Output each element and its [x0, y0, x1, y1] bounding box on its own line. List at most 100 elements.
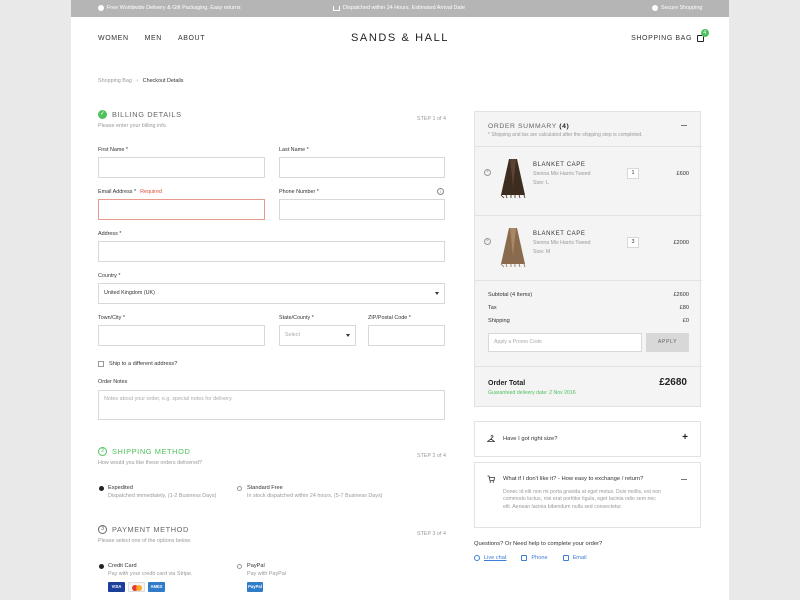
ship-different-checkbox[interactable]: [98, 361, 104, 367]
item-price: £2000: [673, 240, 689, 246]
credit-card-title[interactable]: Credit Card: [108, 563, 137, 569]
country-value: United Kingdom (UK): [104, 290, 155, 296]
zip-field[interactable]: [368, 325, 445, 346]
quantity-field[interactable]: 1: [627, 168, 639, 179]
secure-info-text: Secure Shopping: [661, 5, 703, 11]
email-label: Email Address * Required: [98, 189, 162, 195]
promo-code-input[interactable]: Apply a Promo Code: [488, 333, 642, 352]
bag-count-badge: 4: [701, 29, 709, 37]
remove-item-icon[interactable]: ×: [484, 238, 491, 245]
order-summary: ORDER SUMMARY (4) * Shipping and tax are…: [474, 111, 702, 407]
shipping-value: £0: [682, 318, 689, 324]
credit-card-radio[interactable]: [99, 564, 104, 569]
expedited-radio[interactable]: [99, 486, 104, 491]
item-size: Size: M: [533, 249, 551, 255]
expedited-desc: Dispatched immediately, (1-2 Business Da…: [108, 493, 217, 499]
item-desc: Sienna Mix Harris Tweed: [533, 240, 591, 246]
shipping-title: SHIPPING METHOD: [112, 447, 191, 456]
billing-title: BILLING DETAILS: [112, 110, 182, 119]
email-field[interactable]: [98, 199, 265, 220]
expedited-title[interactable]: Expedited: [108, 485, 133, 491]
remove-item-icon[interactable]: ×: [484, 169, 491, 176]
faq-returns[interactable]: What if I don't like it? - How easy to e…: [474, 462, 701, 528]
plus-icon[interactable]: +: [682, 432, 688, 443]
tax-label: Tax: [488, 305, 497, 311]
quantity-field[interactable]: 3: [627, 237, 639, 248]
chevron-down-icon: [435, 292, 439, 295]
apply-button[interactable]: APPLY: [646, 333, 689, 352]
payment-subtitle: Please select one of the options below.: [98, 538, 192, 544]
phone-icon: [521, 555, 528, 561]
credit-card-desc: Pay with your credit card via Stripe.: [108, 571, 193, 577]
product-image: [500, 228, 526, 268]
info-icon[interactable]: i: [437, 188, 444, 195]
amex-icon: AMEX: [148, 582, 165, 592]
order-summary-title: ORDER SUMMARY (4): [488, 123, 569, 130]
paypal-radio[interactable]: [237, 564, 242, 569]
first-name-field[interactable]: [98, 157, 265, 178]
breadcrumb-shopping-bag[interactable]: Shopping Bag: [98, 78, 132, 84]
delivery-date: Guaranteed delivery date: 2 Nov 2016: [488, 390, 576, 396]
address-label: Address *: [98, 231, 122, 237]
dispatch-info: Dispatched within 24 Hours. Estimated Ar…: [333, 5, 465, 11]
shipping-header: 2 SHIPPING METHOD: [98, 447, 190, 456]
state-label: State/County *: [279, 315, 314, 321]
paypal-icon: PayPal: [247, 582, 263, 592]
email-label-text: Email Address *: [98, 189, 137, 195]
standard-radio[interactable]: [237, 486, 242, 491]
state-placeholder: Select: [285, 332, 300, 338]
ship-different-label[interactable]: Ship to a different address?: [109, 361, 177, 367]
order-notes-field[interactable]: Notes about your order, e.g. special not…: [98, 390, 445, 420]
shopping-bag-link[interactable]: SHOPPING BAG 4: [631, 29, 709, 42]
country-select[interactable]: United Kingdom (UK): [98, 283, 445, 304]
check-icon: ✓: [98, 110, 107, 119]
chevron-down-icon: [346, 334, 350, 337]
globe-icon: [98, 5, 104, 11]
tax-value: £80: [679, 305, 689, 311]
delivery-info-text: Free Worldwide Delivery & Gift Packaging…: [107, 5, 241, 11]
phone-link[interactable]: Phone: [521, 555, 548, 561]
item-size: Size: L: [533, 180, 549, 186]
cart-icon: [333, 5, 340, 11]
shipping-subtitle: How would you like these orders delivere…: [98, 460, 202, 466]
subtotal-label: Subtotal (4 Items): [488, 292, 533, 298]
help-links: Live chat Phone Email: [474, 555, 587, 561]
last-name-field[interactable]: [279, 157, 445, 178]
standard-desc: In stock dispatched within 24 hours, (5-…: [247, 493, 383, 499]
step-number-2: 2: [98, 447, 107, 456]
billing-step: STEP 1 of 4: [417, 116, 446, 122]
checkout-page: Free Worldwide Delivery & Gift Packaging…: [71, 0, 729, 600]
address-field[interactable]: [98, 241, 445, 262]
faq-returns-text: Donec id elit non mi porta gravida at eg…: [503, 489, 662, 510]
divider: [475, 366, 702, 367]
town-label: Town/City *: [98, 315, 125, 321]
faq-size[interactable]: Have I got right size? +: [474, 421, 701, 457]
collapse-icon[interactable]: [681, 479, 687, 480]
hanger-icon: [487, 435, 495, 442]
last-name-label: Last Name *: [279, 147, 309, 153]
email-link[interactable]: Email: [562, 555, 587, 561]
live-chat-link[interactable]: Live chat: [474, 555, 506, 561]
country-label: Country *: [98, 273, 121, 279]
order-summary-note: * Shipping and tax are calculated after …: [488, 132, 643, 138]
cart-item: × BLANKET CAPE Sienna Mix Harris Tweed S…: [475, 215, 702, 284]
breadcrumb-separator: ›: [136, 78, 139, 84]
phone-field[interactable]: [279, 199, 445, 220]
site-header: WOMEN MEN ABOUT SANDS & HALL SHOPPING BA…: [71, 17, 729, 62]
shopping-bag-label: SHOPPING BAG: [631, 35, 692, 42]
divider: [475, 280, 702, 281]
collapse-icon[interactable]: [681, 125, 687, 126]
phone-label: Phone Number *: [279, 189, 319, 195]
cart-icon: [487, 475, 495, 483]
totals: Subtotal (4 Items) £2600 Tax £80 Shippin…: [488, 292, 689, 331]
phone-link-label: Phone: [531, 555, 548, 561]
item-name: BLANKET CAPE: [533, 162, 586, 168]
payment-step: STEP 3 of 4: [417, 531, 446, 537]
tax-row: Tax £80: [488, 305, 689, 318]
state-select[interactable]: Select: [279, 325, 356, 346]
town-field[interactable]: [98, 325, 265, 346]
order-notes-label: Order Notes: [98, 379, 128, 385]
standard-title[interactable]: Standard Free: [247, 485, 283, 491]
paypal-title[interactable]: PayPal: [247, 563, 265, 569]
billing-subtitle: Please enter your billing info.: [98, 123, 168, 129]
